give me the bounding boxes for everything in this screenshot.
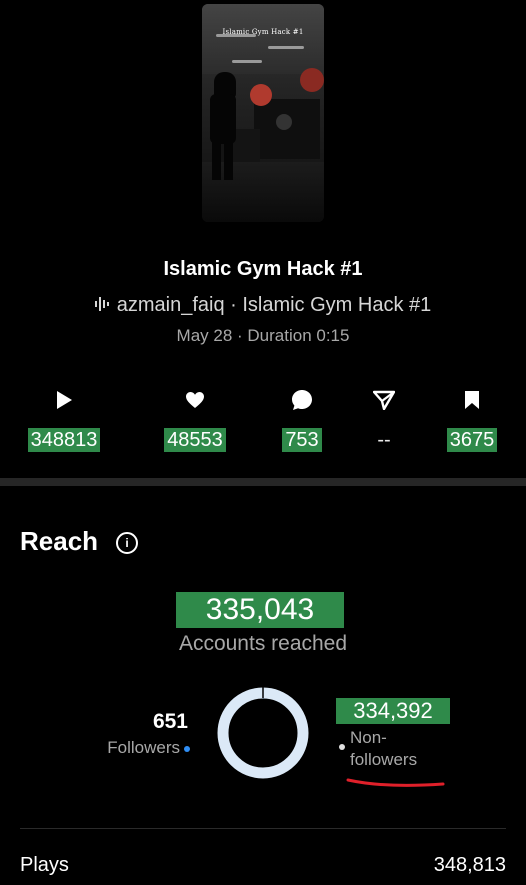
accounts-reached-value: 335,043	[176, 592, 344, 628]
metric-likes: 48553	[145, 388, 245, 452]
followers-dot	[184, 745, 190, 752]
non-followers-dot	[339, 744, 345, 750]
stats-divider	[20, 828, 506, 829]
share-icon	[334, 388, 434, 412]
reel-title: Islamic Gym Hack #1	[163, 258, 363, 280]
play-icon	[14, 388, 114, 412]
metric-plays: 348813	[14, 388, 114, 452]
metric-plays-value: 348813	[27, 428, 101, 452]
metric-comments-value: 753	[282, 428, 322, 452]
reach-donut-chart	[217, 687, 309, 779]
section-divider	[0, 478, 526, 486]
info-icon[interactable]: i	[116, 532, 138, 554]
plays-value: 348,813	[433, 854, 506, 876]
red-underline-annotation	[346, 778, 445, 787]
followers-value: 651	[152, 710, 188, 733]
plays-label: Plays	[20, 854, 69, 876]
non-followers-label-line2: followers	[350, 750, 418, 769]
reel-thumbnail[interactable]: Islamic Gym Hack #1	[202, 4, 324, 222]
reel-meta: May 28 · Duration 0:15	[176, 326, 350, 345]
audio-row[interactable]: azmain_faiq · Islamic Gym Hack #1	[0, 294, 526, 317]
metric-saves-value: 3675	[446, 428, 498, 452]
non-followers-label-line1: Non-	[350, 728, 387, 747]
metric-saves: 3675	[422, 388, 522, 452]
heart-icon	[145, 388, 245, 412]
followers-legend: Followers	[60, 738, 190, 758]
non-followers-value: 334,392	[336, 698, 450, 724]
bookmark-icon	[422, 388, 522, 412]
followers-label: Followers	[107, 738, 180, 757]
metric-shares: --	[334, 388, 434, 452]
metric-likes-value: 48553	[164, 428, 226, 452]
thumbnail-caption: Islamic Gym Hack #1	[222, 28, 304, 36]
audio-waveform-icon	[94, 294, 111, 317]
audio-text: azmain_faiq · Islamic Gym Hack #1	[116, 294, 432, 316]
donut-non-followers-arc	[217, 687, 309, 779]
metric-shares-value: --	[377, 429, 391, 451]
reach-title: Reach	[20, 526, 99, 556]
accounts-reached-label: Accounts reached	[178, 632, 348, 655]
